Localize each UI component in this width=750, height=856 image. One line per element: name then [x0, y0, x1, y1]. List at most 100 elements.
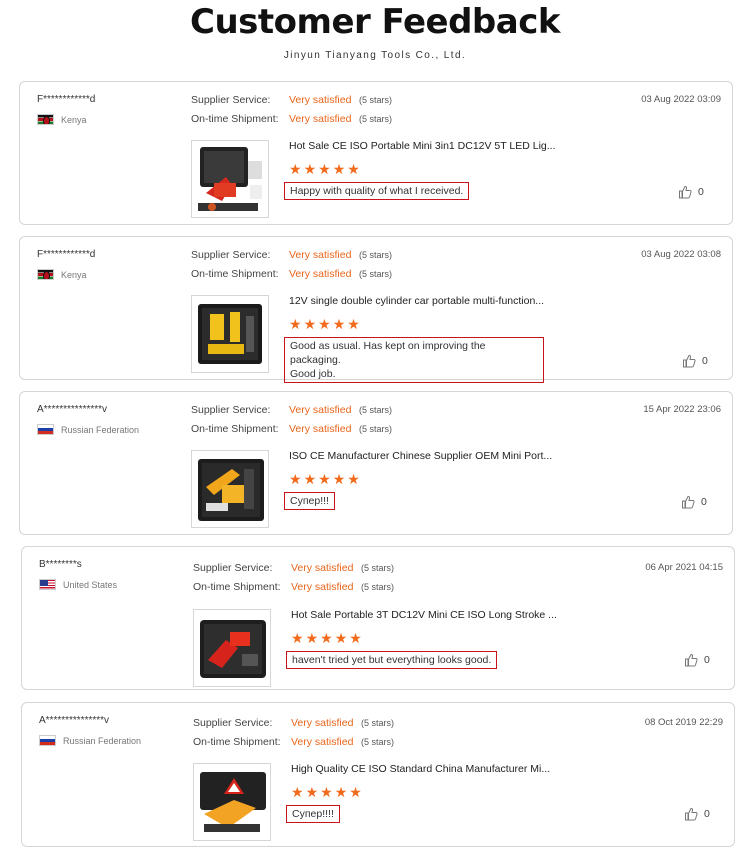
review-comment: Good as usual. Has kept on improving the…	[284, 337, 544, 383]
thumbs-up-icon	[682, 495, 695, 509]
star-icon: ★	[318, 162, 331, 178]
star-icon: ★	[320, 785, 333, 801]
like-count: 0	[704, 654, 710, 666]
like-count: 0	[701, 496, 707, 508]
supplier-service-value: Very satisfied	[289, 404, 352, 416]
product-thumbnail[interactable]	[193, 609, 271, 687]
comment-line: Супер!!!!	[292, 808, 334, 820]
shipment-rating: On-time Shipment: Very satisfied (5 star…	[191, 268, 392, 280]
star-icon: ★	[289, 472, 302, 488]
shipment-value: Very satisfied	[291, 736, 354, 748]
shipment-label: On-time Shipment:	[191, 113, 279, 125]
supplier-service-label: Supplier Service:	[191, 404, 271, 416]
product-link[interactable]: ISO CE Manufacturer Chinese Supplier OEM…	[289, 450, 569, 462]
supplier-service-value: Very satisfied	[291, 562, 354, 574]
country-name: Kenya	[61, 269, 87, 280]
reviewer-country: Kenya	[37, 114, 87, 125]
shipment-label: On-time Shipment:	[191, 268, 279, 280]
like-button[interactable]: 0	[684, 807, 710, 821]
review-card: B********s United States Supplier Servic…	[21, 546, 735, 690]
reviewer-name: F************d	[37, 249, 96, 260]
thumbs-up-icon	[685, 807, 698, 821]
product-thumbnail[interactable]	[191, 450, 269, 528]
reviewer-name: A***************v	[37, 404, 108, 415]
review-card: F************d Kenya Supplier Service: V…	[19, 236, 733, 383]
review-date: 08 Oct 2019 22:29	[644, 717, 723, 728]
like-button[interactable]: 0	[684, 653, 710, 667]
country-name: United States	[63, 579, 118, 590]
shipment-rating: On-time Shipment: Very satisfied (5 star…	[191, 423, 392, 435]
shipment-value: Very satisfied	[289, 423, 352, 435]
star-icon: ★	[291, 785, 304, 801]
page-title: Customer Feedback	[190, 2, 560, 42]
country-name: Russian Federation	[61, 424, 140, 435]
company-name: Jinyun Tianyang Tools Co., Ltd.	[283, 50, 467, 61]
review-card: A***************v Russian Federation Sup…	[21, 702, 735, 847]
reviewer-name: B********s	[39, 559, 82, 570]
reviewer-name: A***************v	[39, 715, 110, 726]
shipment-rating: On-time Shipment: Very satisfied (5 star…	[193, 736, 394, 748]
star-icon: ★	[332, 317, 346, 333]
reviewer-country: Russian Federation	[37, 424, 139, 435]
shipment-label: On-time Shipment:	[193, 581, 281, 593]
shipment-value: Very satisfied	[289, 268, 352, 280]
review-stars: ★ ★ ★ ★ ★	[291, 632, 362, 646]
supplier-service-rating: Supplier Service: Very satisfied (5 star…	[191, 249, 392, 261]
shipment-label: On-time Shipment:	[191, 423, 279, 435]
thumbs-up-icon	[683, 354, 696, 368]
product-link[interactable]: Hot Sale CE ISO Portable Mini 3in1 DC12V…	[289, 140, 569, 152]
like-button[interactable]: 0	[678, 185, 704, 199]
supplier-service-rating: Supplier Service: Very satisfied (5 star…	[193, 562, 394, 574]
star-icon: ★	[320, 631, 333, 647]
supplier-service-stars: (5 stars)	[361, 563, 395, 573]
like-button[interactable]: 0	[682, 354, 708, 368]
product-link[interactable]: Hot Sale Portable 3T DC12V Mini CE ISO L…	[291, 609, 571, 621]
review-comment: Happy with quality of what I received.	[284, 182, 470, 200]
shipment-rating: On-time Shipment: Very satisfied (5 star…	[193, 581, 394, 593]
comment-line: Good job.	[290, 368, 336, 380]
russia-flag-icon	[37, 424, 54, 435]
star-icon: ★	[332, 472, 346, 488]
star-icon: ★	[332, 162, 346, 178]
review-card: F************d Kenya Supplier Service: V…	[19, 81, 733, 225]
reviewer-country: Russian Federation	[39, 735, 141, 746]
review-stars: ★ ★ ★ ★ ★	[289, 473, 360, 487]
star-icon: ★	[318, 472, 331, 488]
star-icon: ★	[349, 631, 362, 647]
star-icon: ★	[303, 472, 317, 488]
supplier-service-stars: (5 stars)	[361, 718, 395, 728]
star-icon: ★	[303, 162, 317, 178]
product-link[interactable]: 12V single double cylinder car portable …	[289, 295, 569, 307]
supplier-service-label: Supplier Service:	[193, 717, 273, 729]
supplier-service-value: Very satisfied	[291, 717, 354, 729]
kenya-flag-icon	[37, 269, 54, 280]
shipment-stars: (5 stars)	[361, 582, 395, 592]
comment-line: Good as usual. Has kept on improving the…	[290, 340, 486, 366]
shipment-value: Very satisfied	[291, 581, 354, 593]
star-icon: ★	[334, 785, 348, 801]
review-date: 15 Apr 2022 23:06	[643, 404, 721, 415]
shipment-rating: On-time Shipment: Very satisfied (5 star…	[191, 113, 392, 125]
shipment-label: On-time Shipment:	[193, 736, 281, 748]
comment-line: haven't tried yet but everything looks g…	[292, 654, 492, 666]
product-thumbnail[interactable]	[191, 140, 269, 218]
thumbs-up-icon	[685, 653, 698, 667]
thumbs-up-icon	[679, 185, 692, 199]
usa-flag-icon	[39, 579, 56, 590]
review-date: 06 Apr 2021 04:15	[645, 562, 723, 573]
star-icon: ★	[347, 162, 360, 178]
supplier-service-rating: Supplier Service: Very satisfied (5 star…	[191, 94, 392, 106]
comment-line: Happy with quality of what I received.	[290, 185, 464, 197]
like-count: 0	[698, 186, 704, 198]
product-thumbnail[interactable]	[193, 763, 271, 841]
shipment-stars: (5 stars)	[361, 737, 395, 747]
review-stars: ★ ★ ★ ★ ★	[289, 318, 360, 332]
product-thumbnail[interactable]	[191, 295, 269, 373]
shipment-stars: (5 stars)	[359, 269, 393, 279]
star-icon: ★	[347, 472, 360, 488]
shipment-value: Very satisfied	[289, 113, 352, 125]
star-icon: ★	[291, 631, 304, 647]
product-link[interactable]: High Quality CE ISO Standard China Manuf…	[291, 763, 571, 775]
like-button[interactable]: 0	[681, 495, 707, 509]
supplier-service-stars: (5 stars)	[359, 95, 393, 105]
